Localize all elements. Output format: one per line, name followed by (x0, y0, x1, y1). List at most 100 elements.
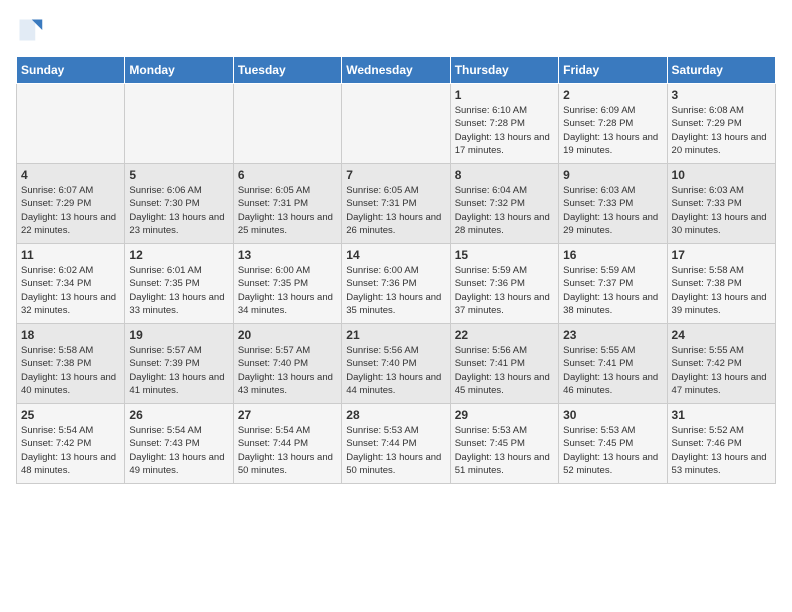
weekday-header-thursday: Thursday (450, 57, 558, 84)
calendar-day-cell: 4 Sunrise: 6:07 AM Sunset: 7:29 PM Daylig… (17, 164, 125, 244)
calendar-day-cell: 28Sunrise: 5:53 AM Sunset: 7:44 PM Dayli… (342, 404, 450, 484)
day-number: 24 (672, 328, 771, 342)
day-info: Sunrise: 5:57 AM Sunset: 7:39 PM Dayligh… (129, 344, 228, 397)
calendar-day-cell: 21 Sunrise: 5:56 AM Sunset: 7:40 PM Dayli… (342, 324, 450, 404)
day-info: Sunrise: 6:01 AM Sunset: 7:35 PM Dayligh… (129, 264, 228, 317)
calendar-day-cell: 7 Sunrise: 6:05 AM Sunset: 7:31 PM Daylig… (342, 164, 450, 244)
day-number: 30 (563, 408, 662, 422)
day-number: 6 (238, 168, 337, 182)
calendar-day-cell: 22 Sunrise: 5:56 AM Sunset: 7:41 PM Dayli… (450, 324, 558, 404)
calendar-day-cell: 30 Sunrise: 5:53 AM Sunset: 7:45 PM Dayli… (559, 404, 667, 484)
calendar-week-3: 11 Sunrise: 6:02 AM Sunset: 7:34 PM Dayli… (17, 244, 776, 324)
day-info: Sunrise: 6:02 AM Sunset: 7:34 PM Dayligh… (21, 264, 120, 317)
calendar-table: SundayMondayTuesdayWednesdayThursdayFrid… (16, 56, 776, 484)
logo-icon (16, 16, 44, 44)
day-info: Sunrise: 5:57 AM Sunset: 7:40 PM Dayligh… (238, 344, 337, 397)
day-number: 23 (563, 328, 662, 342)
day-number: 20 (238, 328, 337, 342)
day-info: Sunrise: 5:54 AM Sunset: 7:43 PM Dayligh… (129, 424, 228, 477)
day-info: Sunrise: 5:54 AM Sunset: 7:44 PM Dayligh… (238, 424, 337, 477)
calendar-week-2: 4 Sunrise: 6:07 AM Sunset: 7:29 PM Daylig… (17, 164, 776, 244)
calendar-week-1: 1 Sunrise: 6:10 AM Sunset: 7:28 PM Daylig… (17, 84, 776, 164)
calendar-day-cell: 12 Sunrise: 6:01 AM Sunset: 7:35 PM Dayli… (125, 244, 233, 324)
calendar-day-cell: 24 Sunrise: 5:55 AM Sunset: 7:42 PM Dayli… (667, 324, 775, 404)
day-info: Sunrise: 6:07 AM Sunset: 7:29 PM Dayligh… (21, 184, 120, 237)
calendar-day-cell: 19 Sunrise: 5:57 AM Sunset: 7:39 PM Dayli… (125, 324, 233, 404)
calendar-day-cell: 8 Sunrise: 6:04 AM Sunset: 7:32 PM Daylig… (450, 164, 558, 244)
calendar-day-cell (233, 84, 341, 164)
calendar-day-cell: 9 Sunrise: 6:03 AM Sunset: 7:33 PM Daylig… (559, 164, 667, 244)
day-number: 27 (238, 408, 337, 422)
day-number: 21 (346, 328, 445, 342)
day-info: Sunrise: 5:56 AM Sunset: 7:40 PM Dayligh… (346, 344, 445, 397)
weekday-row: SundayMondayTuesdayWednesdayThursdayFrid… (17, 57, 776, 84)
day-info: Sunrise: 5:58 AM Sunset: 7:38 PM Dayligh… (21, 344, 120, 397)
page-header (16, 16, 776, 44)
calendar-day-cell: 10 Sunrise: 6:03 AM Sunset: 7:33 PM Dayli… (667, 164, 775, 244)
calendar-day-cell: 16Sunrise: 5:59 AM Sunset: 7:37 PM Dayli… (559, 244, 667, 324)
day-number: 13 (238, 248, 337, 262)
day-info: Sunrise: 5:56 AM Sunset: 7:41 PM Dayligh… (455, 344, 554, 397)
calendar-day-cell: 29 Sunrise: 5:53 AM Sunset: 7:45 PM Dayli… (450, 404, 558, 484)
day-info: Sunrise: 6:09 AM Sunset: 7:28 PM Dayligh… (563, 104, 662, 157)
day-info: Sunrise: 6:04 AM Sunset: 7:32 PM Dayligh… (455, 184, 554, 237)
day-info: Sunrise: 5:59 AM Sunset: 7:37 PM Dayligh… (563, 264, 662, 317)
day-info: Sunrise: 6:05 AM Sunset: 7:31 PM Dayligh… (238, 184, 337, 237)
day-number: 3 (672, 88, 771, 102)
day-info: Sunrise: 6:03 AM Sunset: 7:33 PM Dayligh… (563, 184, 662, 237)
weekday-header-sunday: Sunday (17, 57, 125, 84)
day-number: 26 (129, 408, 228, 422)
day-info: Sunrise: 6:00 AM Sunset: 7:35 PM Dayligh… (238, 264, 337, 317)
weekday-header-friday: Friday (559, 57, 667, 84)
calendar-day-cell (17, 84, 125, 164)
calendar-week-4: 18Sunrise: 5:58 AM Sunset: 7:38 PM Dayli… (17, 324, 776, 404)
day-number: 22 (455, 328, 554, 342)
day-info: Sunrise: 5:58 AM Sunset: 7:38 PM Dayligh… (672, 264, 771, 317)
day-number: 4 (21, 168, 120, 182)
calendar-day-cell: 11 Sunrise: 6:02 AM Sunset: 7:34 PM Dayli… (17, 244, 125, 324)
calendar-day-cell: 3 Sunrise: 6:08 AM Sunset: 7:29 PM Daylig… (667, 84, 775, 164)
day-info: Sunrise: 6:05 AM Sunset: 7:31 PM Dayligh… (346, 184, 445, 237)
day-number: 1 (455, 88, 554, 102)
calendar-day-cell: 27 Sunrise: 5:54 AM Sunset: 7:44 PM Dayli… (233, 404, 341, 484)
calendar-header: SundayMondayTuesdayWednesdayThursdayFrid… (17, 57, 776, 84)
day-number: 7 (346, 168, 445, 182)
day-info: Sunrise: 5:55 AM Sunset: 7:41 PM Dayligh… (563, 344, 662, 397)
weekday-header-monday: Monday (125, 57, 233, 84)
day-number: 10 (672, 168, 771, 182)
day-info: Sunrise: 5:59 AM Sunset: 7:36 PM Dayligh… (455, 264, 554, 317)
day-number: 28 (346, 408, 445, 422)
calendar-day-cell: 15 Sunrise: 5:59 AM Sunset: 7:36 PM Dayli… (450, 244, 558, 324)
day-number: 5 (129, 168, 228, 182)
calendar-day-cell: 6 Sunrise: 6:05 AM Sunset: 7:31 PM Daylig… (233, 164, 341, 244)
weekday-header-wednesday: Wednesday (342, 57, 450, 84)
day-number: 14 (346, 248, 445, 262)
logo (16, 16, 48, 44)
weekday-header-saturday: Saturday (667, 57, 775, 84)
day-info: Sunrise: 6:10 AM Sunset: 7:28 PM Dayligh… (455, 104, 554, 157)
calendar-day-cell: 1 Sunrise: 6:10 AM Sunset: 7:28 PM Daylig… (450, 84, 558, 164)
day-info: Sunrise: 6:03 AM Sunset: 7:33 PM Dayligh… (672, 184, 771, 237)
day-number: 15 (455, 248, 554, 262)
day-info: Sunrise: 5:53 AM Sunset: 7:45 PM Dayligh… (563, 424, 662, 477)
day-number: 2 (563, 88, 662, 102)
day-number: 8 (455, 168, 554, 182)
day-info: Sunrise: 5:54 AM Sunset: 7:42 PM Dayligh… (21, 424, 120, 477)
calendar-day-cell: 20 Sunrise: 5:57 AM Sunset: 7:40 PM Dayli… (233, 324, 341, 404)
day-number: 29 (455, 408, 554, 422)
day-info: Sunrise: 6:08 AM Sunset: 7:29 PM Dayligh… (672, 104, 771, 157)
calendar-day-cell (342, 84, 450, 164)
calendar-day-cell: 25Sunrise: 5:54 AM Sunset: 7:42 PM Dayli… (17, 404, 125, 484)
day-number: 11 (21, 248, 120, 262)
calendar-day-cell: 14Sunrise: 6:00 AM Sunset: 7:36 PM Dayli… (342, 244, 450, 324)
calendar-week-5: 25Sunrise: 5:54 AM Sunset: 7:42 PM Dayli… (17, 404, 776, 484)
day-number: 9 (563, 168, 662, 182)
calendar-day-cell: 31Sunrise: 5:52 AM Sunset: 7:46 PM Dayli… (667, 404, 775, 484)
day-info: Sunrise: 5:55 AM Sunset: 7:42 PM Dayligh… (672, 344, 771, 397)
day-number: 19 (129, 328, 228, 342)
day-info: Sunrise: 5:52 AM Sunset: 7:46 PM Dayligh… (672, 424, 771, 477)
day-number: 12 (129, 248, 228, 262)
calendar-day-cell: 26 Sunrise: 5:54 AM Sunset: 7:43 PM Dayli… (125, 404, 233, 484)
day-info: Sunrise: 5:53 AM Sunset: 7:45 PM Dayligh… (455, 424, 554, 477)
calendar-day-cell: 13 Sunrise: 6:00 AM Sunset: 7:35 PM Dayli… (233, 244, 341, 324)
